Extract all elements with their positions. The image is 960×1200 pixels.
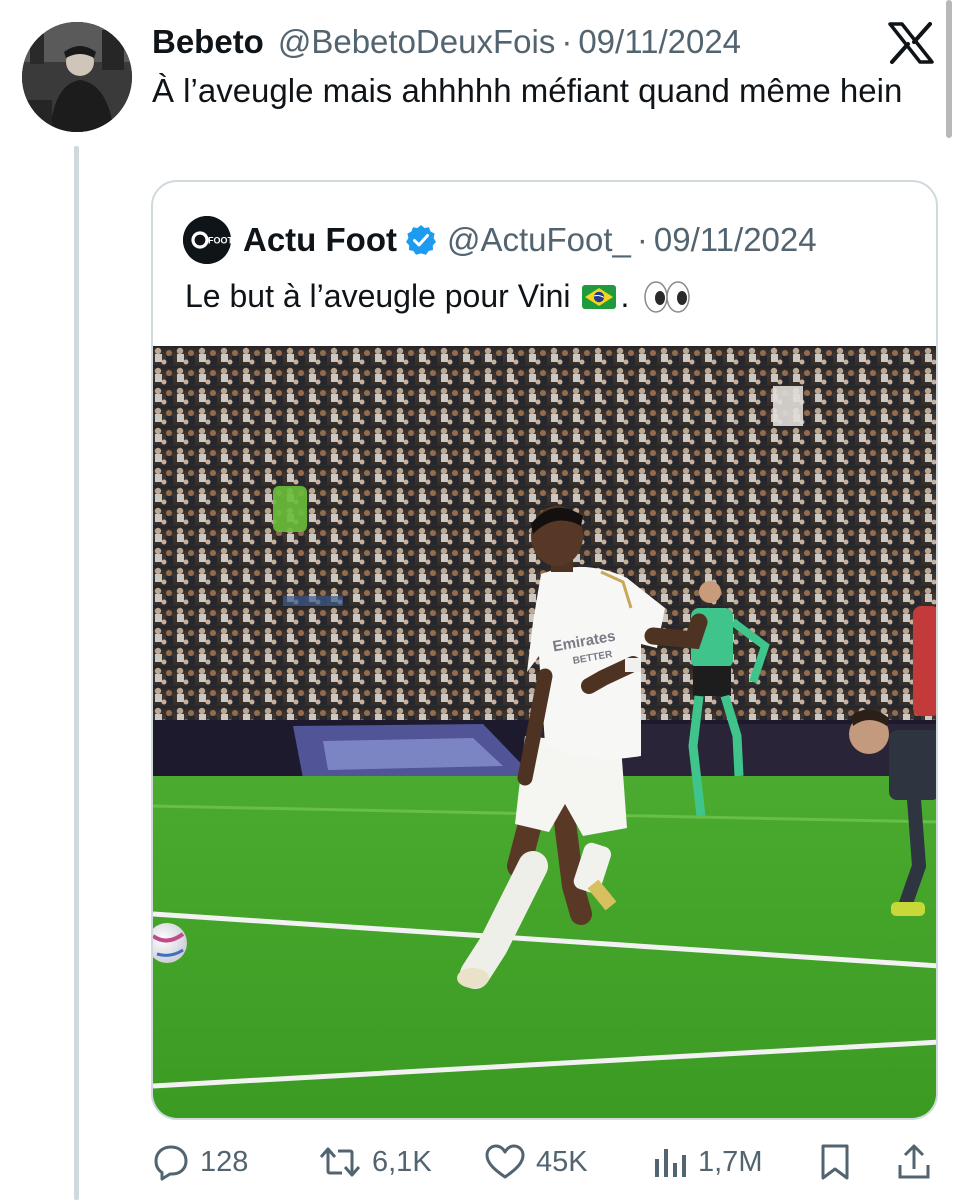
eyes-emoji-icon xyxy=(644,280,691,313)
author-handle[interactable]: @BebetoDeuxFois xyxy=(278,23,555,61)
quoted-tweet-text: Le but à l’aveugle pour Vini xyxy=(185,278,571,314)
reply-count: 128 xyxy=(200,1145,249,1178)
repost-button[interactable]: 6,1K xyxy=(318,1140,432,1184)
quoted-tweet-text-line: Le but à l’aveugle pour Vini . xyxy=(185,278,691,315)
avatar-photo xyxy=(22,22,132,132)
author-name[interactable]: Bebeto xyxy=(152,23,264,61)
repost-icon xyxy=(319,1147,361,1177)
views-count: 1,7M xyxy=(698,1145,763,1178)
quoted-tweet-header: FOOT Actu Foot @ActuFoot_ · 09/11/2024 xyxy=(183,216,817,264)
quoted-tweet-date[interactable]: 09/11/2024 xyxy=(654,221,817,259)
like-icon xyxy=(485,1144,525,1179)
quoted-separator-dot: · xyxy=(636,221,648,258)
tweet-screen: Bebeto @BebetoDeuxFois · 09/11/2024 À l’… xyxy=(0,0,960,1200)
like-count: 45K xyxy=(536,1145,588,1178)
verified-badge-icon xyxy=(405,225,436,255)
separator-dot: · xyxy=(561,23,573,60)
quoted-author-handle[interactable]: @ActuFoot_ xyxy=(447,221,631,259)
bookmark-icon xyxy=(821,1144,849,1180)
views-icon xyxy=(655,1149,686,1177)
actu-foot-logo: FOOT xyxy=(183,216,231,264)
like-button[interactable]: 45K xyxy=(484,1140,588,1184)
quoted-tweet-period: . xyxy=(620,278,630,314)
quoted-author-name[interactable]: Actu Foot xyxy=(243,221,397,259)
tweet-text: À l’aveugle mais ahhhhh méfiant quand mê… xyxy=(152,72,903,109)
share-button[interactable] xyxy=(896,1140,942,1184)
reply-button[interactable]: 128 xyxy=(152,1140,248,1184)
repost-count: 6,1K xyxy=(372,1145,432,1178)
quoted-author-avatar[interactable]: FOOT xyxy=(183,216,231,264)
reply-icon xyxy=(154,1145,188,1181)
quoted-tweet-card[interactable]: FOOT Actu Foot @ActuFoot_ · 09/11/2024 L… xyxy=(151,180,938,1120)
tweet-action-bar: 128 6,1K 45K 1,7M xyxy=(0,1140,960,1184)
author-avatar[interactable] xyxy=(22,22,132,132)
quoted-avatar-text: FOOT xyxy=(208,236,231,246)
x-logo-icon xyxy=(888,22,934,64)
football-photo[interactable]: Emirates BETTER xyxy=(153,346,938,1120)
thread-line xyxy=(74,146,79,1200)
tweet-header: Bebeto @BebetoDeuxFois · 09/11/2024 xyxy=(152,20,741,64)
share-icon xyxy=(898,1144,930,1179)
scrollbar[interactable] xyxy=(946,0,952,138)
bookmark-button[interactable] xyxy=(818,1140,862,1184)
tweet-date[interactable]: 09/11/2024 xyxy=(578,23,741,61)
views-button[interactable]: 1,7M xyxy=(652,1140,762,1184)
brazil-flag-icon xyxy=(582,284,617,309)
